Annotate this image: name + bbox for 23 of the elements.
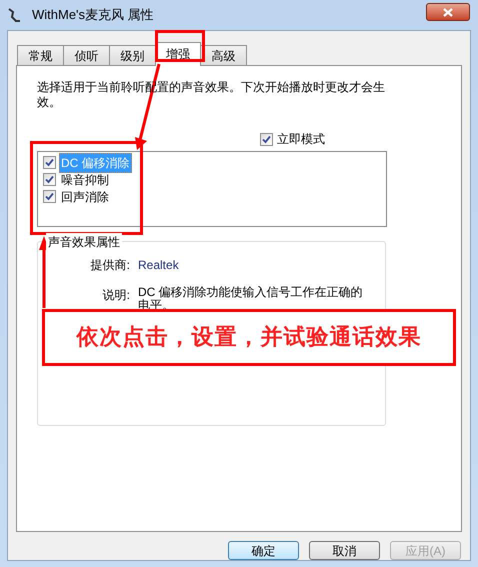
checkbox[interactable] [43, 190, 56, 203]
tab[interactable]: 常规 [17, 45, 64, 65]
group-title: 声音效果属性 [46, 233, 122, 251]
tab[interactable]: 高级 [200, 45, 247, 65]
dialog-button[interactable]: 取消 [309, 541, 380, 560]
close-icon [443, 8, 453, 16]
effect-item[interactable]: 回声消除 [59, 188, 111, 206]
checkbox[interactable] [43, 173, 56, 186]
tab[interactable]: 侦听 [63, 45, 110, 65]
check-icon [262, 134, 271, 144]
description-label: 说明: [102, 287, 131, 304]
window-title: WithMe's麦克风 属性 [32, 6, 154, 24]
provider-label: 提供商: [90, 257, 131, 274]
checkbox[interactable] [43, 156, 56, 169]
effect-item[interactable]: 噪音抑制 [59, 170, 111, 188]
caption-text: 依次点击，设置，并试验通话效果 [76, 323, 422, 352]
dialog-button[interactable]: 确定 [228, 541, 299, 560]
checkbox-label: 立即模式 [277, 131, 325, 148]
checkbox[interactable] [260, 132, 273, 146]
highlight-frame [155, 30, 205, 62]
tab[interactable]: 级别 [109, 45, 156, 65]
provider-value: Realtek [138, 257, 179, 274]
close-button[interactable] [426, 3, 470, 21]
